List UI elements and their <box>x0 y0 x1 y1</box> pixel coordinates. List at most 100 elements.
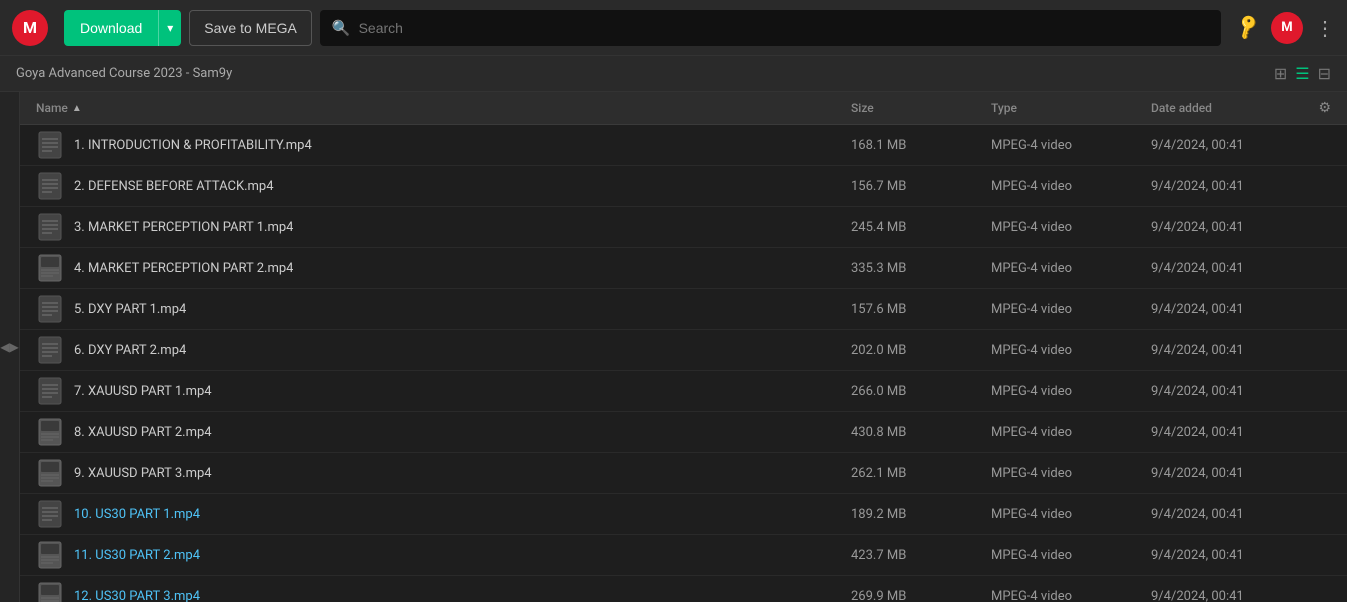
file-date: 9/4/2024, 00:41 <box>1151 261 1331 276</box>
file-date: 9/4/2024, 00:41 <box>1151 343 1331 358</box>
file-type: MPEG-4 video <box>991 425 1151 440</box>
file-name-label: 9. XAUUSD PART 3.mp4 <box>74 466 212 481</box>
file-name-cell: 6. DXY PART 2.mp4 <box>36 336 851 364</box>
topbar: M Download ▾ Save to MEGA 🔍 🔑 M ⋮ <box>0 0 1347 56</box>
file-icon <box>36 377 64 405</box>
breadcrumb-bar: Goya Advanced Course 2023 - Sam9y ⊞ ☰ ⊟ <box>0 56 1347 92</box>
file-date: 9/4/2024, 00:41 <box>1151 220 1331 235</box>
topbar-right: 🔑 M ⋮ <box>1237 12 1335 44</box>
search-bar: 🔍 <box>320 10 1221 46</box>
avatar[interactable]: M <box>1271 12 1303 44</box>
sort-icon: ▲ <box>72 103 82 114</box>
file-name-cell: 10. US30 PART 1.mp4 <box>36 500 851 528</box>
file-icon <box>36 254 64 282</box>
file-size: 245.4 MB <box>851 220 991 235</box>
more-menu-icon[interactable]: ⋮ <box>1315 16 1335 40</box>
list-view-icon[interactable]: ☰ <box>1295 64 1309 83</box>
download-btn-group: Download ▾ <box>64 10 181 46</box>
table-row[interactable]: 1. INTRODUCTION & PROFITABILITY.mp4 168.… <box>20 125 1347 166</box>
file-name-cell: 8. XAUUSD PART 2.mp4 <box>36 418 851 446</box>
save-to-mega-button[interactable]: Save to MEGA <box>189 10 312 46</box>
file-size: 423.7 MB <box>851 548 991 563</box>
file-type: MPEG-4 video <box>991 179 1151 194</box>
file-name-label: 1. INTRODUCTION & PROFITABILITY.mp4 <box>74 138 312 153</box>
view-icons: ⊞ ☰ ⊟ <box>1274 64 1331 83</box>
file-name-label: 7. XAUUSD PART 1.mp4 <box>74 384 212 399</box>
sidebar-handle[interactable]: ◀▶ <box>0 92 20 602</box>
table-row[interactable]: 3. MARKET PERCEPTION PART 1.mp4 245.4 MB… <box>20 207 1347 248</box>
column-header-name[interactable]: Name ▲ <box>36 101 851 115</box>
file-date: 9/4/2024, 00:41 <box>1151 302 1331 317</box>
collapse-icon: ◀▶ <box>0 340 18 354</box>
file-icon <box>36 131 64 159</box>
table-row[interactable]: 12. US30 PART 3.mp4 269.9 MB MPEG-4 vide… <box>20 576 1347 602</box>
file-name-cell: 9. XAUUSD PART 3.mp4 <box>36 459 851 487</box>
search-input[interactable] <box>359 20 1209 36</box>
search-icon: 🔍 <box>332 19 351 37</box>
file-icon <box>36 500 64 528</box>
download-button[interactable]: Download <box>64 10 158 46</box>
table-row[interactable]: 9. XAUUSD PART 3.mp4 262.1 MB MPEG-4 vid… <box>20 453 1347 494</box>
thumbnail-view-icon[interactable]: ⊞ <box>1274 64 1287 83</box>
file-size: 168.1 MB <box>851 138 991 153</box>
column-header-size[interactable]: Size <box>851 101 991 115</box>
settings-icon[interactable]: ⚙ <box>1318 100 1331 116</box>
file-icon <box>36 295 64 323</box>
file-icon <box>36 336 64 364</box>
file-size: 269.9 MB <box>851 589 991 602</box>
file-size: 266.0 MB <box>851 384 991 399</box>
file-name-label: 5. DXY PART 1.mp4 <box>74 302 186 317</box>
file-name-label: 6. DXY PART 2.mp4 <box>74 343 186 358</box>
table-header: Name ▲ Size Type Date added ⚙ <box>20 92 1347 125</box>
table-row[interactable]: 7. XAUUSD PART 1.mp4 266.0 MB MPEG-4 vid… <box>20 371 1347 412</box>
table-body: 1. INTRODUCTION & PROFITABILITY.mp4 168.… <box>20 125 1347 602</box>
file-date: 9/4/2024, 00:41 <box>1151 548 1331 563</box>
file-size: 157.6 MB <box>851 302 991 317</box>
file-name-label: 11. US30 PART 2.mp4 <box>74 548 200 563</box>
table-row[interactable]: 5. DXY PART 1.mp4 157.6 MB MPEG-4 video … <box>20 289 1347 330</box>
file-type: MPEG-4 video <box>991 466 1151 481</box>
table-row[interactable]: 2. DEFENSE BEFORE ATTACK.mp4 156.7 MB MP… <box>20 166 1347 207</box>
file-panel: Name ▲ Size Type Date added ⚙ <box>20 92 1347 602</box>
file-date: 9/4/2024, 00:41 <box>1151 589 1331 602</box>
file-icon <box>36 582 64 602</box>
file-name-label: 10. US30 PART 1.mp4 <box>74 507 200 522</box>
file-name-cell: 4. MARKET PERCEPTION PART 2.mp4 <box>36 254 851 282</box>
main-content: ◀▶ Name ▲ Size Type Date added ⚙ <box>0 92 1347 602</box>
table-row[interactable]: 10. US30 PART 1.mp4 189.2 MB MPEG-4 vide… <box>20 494 1347 535</box>
column-header-type[interactable]: Type <box>991 101 1151 115</box>
column-header-date[interactable]: Date added ⚙ <box>1151 100 1331 116</box>
file-type: MPEG-4 video <box>991 589 1151 602</box>
file-name-cell: 3. MARKET PERCEPTION PART 1.mp4 <box>36 213 851 241</box>
file-type: MPEG-4 video <box>991 138 1151 153</box>
file-type: MPEG-4 video <box>991 548 1151 563</box>
file-name-cell: 2. DEFENSE BEFORE ATTACK.mp4 <box>36 172 851 200</box>
key-icon: 🔑 <box>1233 13 1263 42</box>
file-name-label: 8. XAUUSD PART 2.mp4 <box>74 425 212 440</box>
file-name-cell: 1. INTRODUCTION & PROFITABILITY.mp4 <box>36 131 851 159</box>
file-size: 430.8 MB <box>851 425 991 440</box>
table-row[interactable]: 4. MARKET PERCEPTION PART 2.mp4 335.3 MB… <box>20 248 1347 289</box>
file-name-cell: 12. US30 PART 3.mp4 <box>36 582 851 602</box>
file-icon <box>36 418 64 446</box>
table-row[interactable]: 11. US30 PART 2.mp4 423.7 MB MPEG-4 vide… <box>20 535 1347 576</box>
file-date: 9/4/2024, 00:41 <box>1151 384 1331 399</box>
table-row[interactable]: 6. DXY PART 2.mp4 202.0 MB MPEG-4 video … <box>20 330 1347 371</box>
file-size: 156.7 MB <box>851 179 991 194</box>
file-date: 9/4/2024, 00:41 <box>1151 425 1331 440</box>
file-size: 189.2 MB <box>851 507 991 522</box>
mega-logo[interactable]: M <box>12 10 48 46</box>
file-icon <box>36 459 64 487</box>
download-dropdown-button[interactable]: ▾ <box>158 10 181 46</box>
grid-view-icon[interactable]: ⊟ <box>1318 64 1331 83</box>
file-size: 202.0 MB <box>851 343 991 358</box>
file-name-label: 4. MARKET PERCEPTION PART 2.mp4 <box>74 261 293 276</box>
file-type: MPEG-4 video <box>991 507 1151 522</box>
file-icon <box>36 172 64 200</box>
file-date: 9/4/2024, 00:41 <box>1151 138 1331 153</box>
file-size: 262.1 MB <box>851 466 991 481</box>
file-name-label: 12. US30 PART 3.mp4 <box>74 589 200 602</box>
file-name-label: 3. MARKET PERCEPTION PART 1.mp4 <box>74 220 293 235</box>
table-row[interactable]: 8. XAUUSD PART 2.mp4 430.8 MB MPEG-4 vid… <box>20 412 1347 453</box>
file-date: 9/4/2024, 00:41 <box>1151 179 1331 194</box>
